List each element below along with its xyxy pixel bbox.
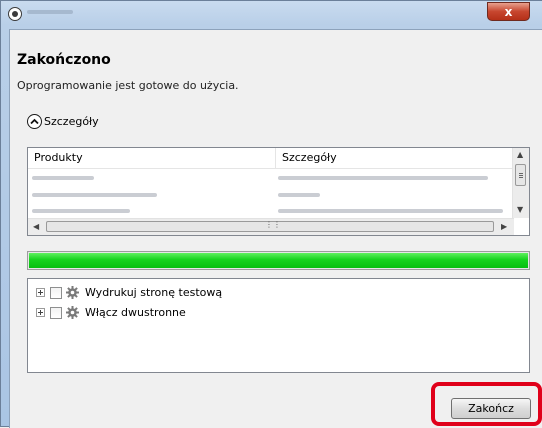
horizontal-scroll-thumb[interactable]: ⋮⋮: [46, 220, 494, 232]
option-enable-duplex[interactable]: Włącz dwustronne: [36, 304, 186, 321]
column-header-details[interactable]: Szczegóły: [276, 148, 514, 168]
finish-button[interactable]: Zakończ: [451, 398, 531, 419]
details-list: Produkty Szczegóły ▲ ▼ ◀ ⋮⋮ ▶: [27, 147, 530, 236]
option-label: Włącz dwustronne: [85, 306, 186, 319]
expand-icon[interactable]: [36, 308, 45, 317]
expand-icon[interactable]: [36, 288, 45, 297]
scroll-up-icon[interactable]: ▲: [517, 151, 523, 159]
details-toggle[interactable]: Szczegóły: [27, 111, 99, 131]
details-label: Szczegóły: [44, 114, 99, 128]
app-icon: [8, 7, 22, 21]
options-tree: Wydrukuj stronę testową Włącz dwustronne: [27, 278, 530, 373]
window-title: [27, 10, 73, 14]
progress-bar: [27, 251, 530, 270]
print-test-page-checkbox[interactable]: [50, 286, 62, 299]
list-header: Produkty Szczegóły: [28, 148, 514, 169]
gear-icon: [65, 286, 79, 300]
scroll-down-icon[interactable]: ▼: [517, 206, 523, 214]
status-message: Oprogramowanie jest gotowe do użycia.: [17, 79, 239, 92]
title-bar: x: [1, 1, 542, 29]
close-icon: x: [504, 4, 513, 19]
vertical-scrollbar[interactable]: ▲ ▼: [512, 148, 529, 218]
horizontal-scrollbar[interactable]: ◀ ⋮⋮ ▶: [28, 218, 514, 235]
column-header-products[interactable]: Produkty: [28, 148, 276, 168]
enable-duplex-checkbox[interactable]: [50, 306, 62, 319]
chevron-up-icon: [27, 113, 42, 129]
scroll-right-icon[interactable]: ▶: [501, 223, 507, 231]
page-title: Zakończono: [17, 52, 111, 68]
scroll-thumb[interactable]: [515, 164, 526, 186]
close-button[interactable]: x: [487, 2, 530, 21]
progress-fill: [29, 253, 528, 268]
list-row[interactable]: [28, 170, 514, 187]
scroll-left-icon[interactable]: ◀: [33, 223, 39, 231]
option-print-test-page[interactable]: Wydrukuj stronę testową: [36, 284, 222, 301]
list-row[interactable]: [28, 187, 514, 204]
gear-icon: [65, 306, 79, 320]
option-label: Wydrukuj stronę testową: [85, 286, 223, 299]
